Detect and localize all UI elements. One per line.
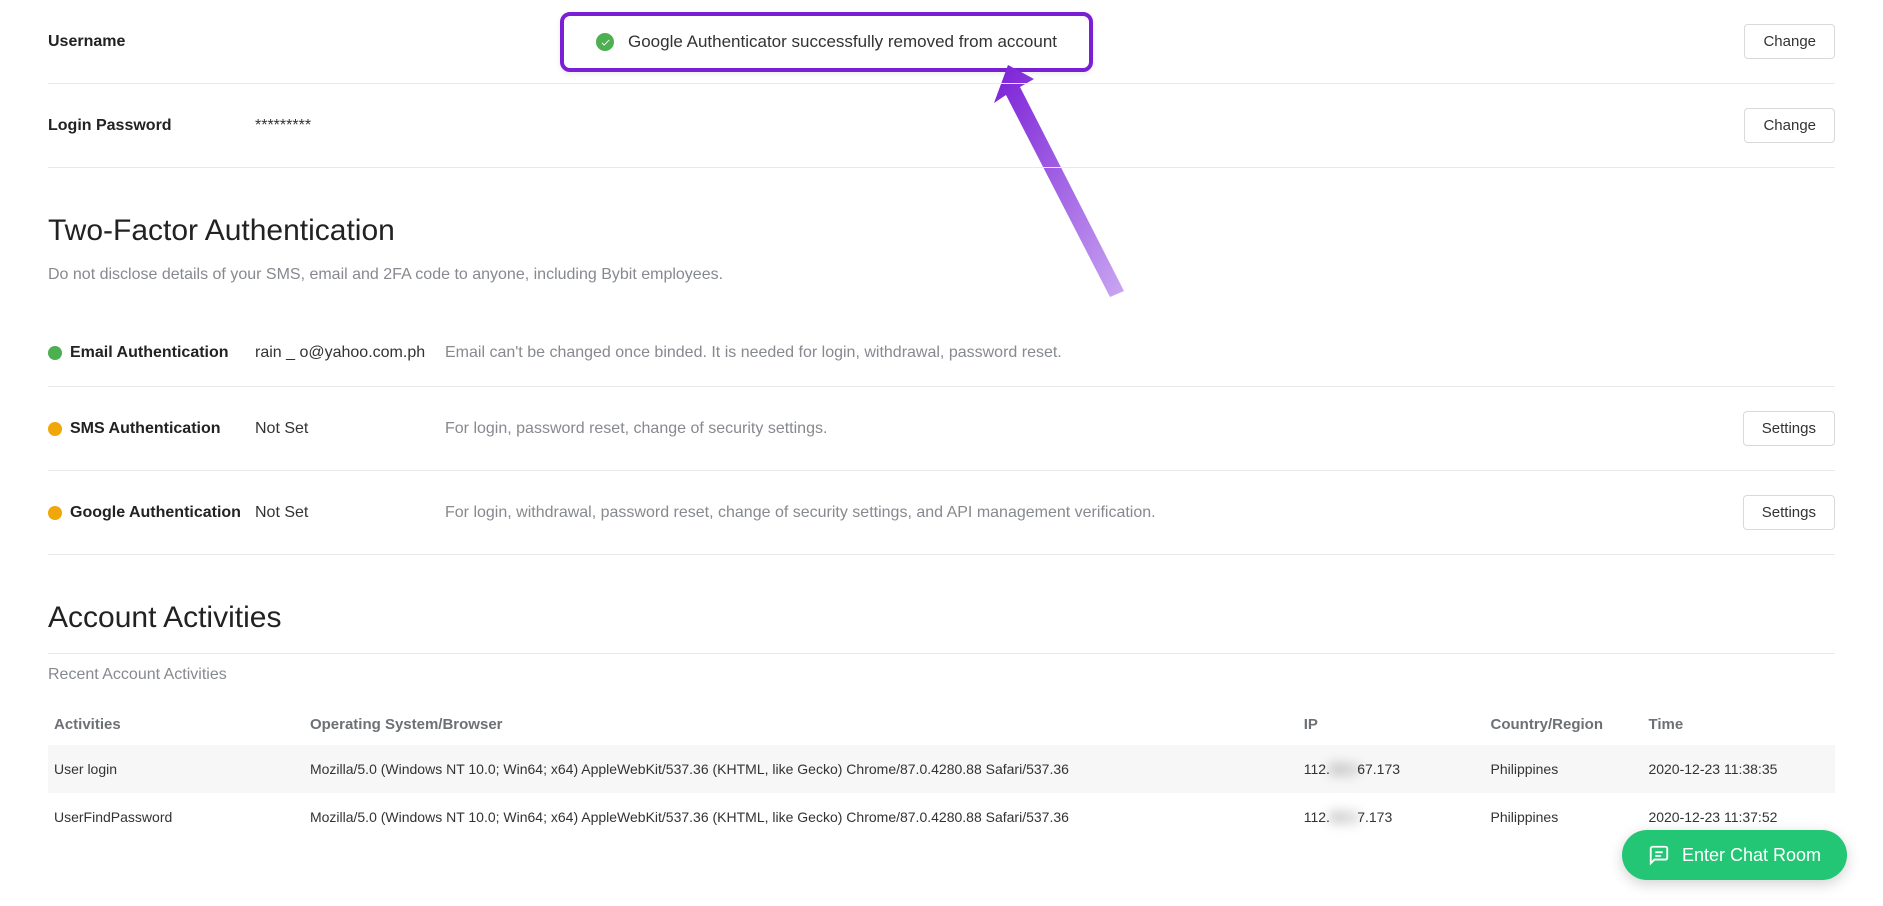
divider (48, 653, 1835, 654)
activities-subtitle: Recent Account Activities (48, 666, 1835, 684)
chat-button[interactable]: Enter Chat Room (1622, 830, 1847, 880)
col-ip: IP (1298, 704, 1485, 745)
col-os: Operating System/Browser (304, 704, 1298, 745)
tfa-subtitle: Do not disclose details of your SMS, ema… (48, 266, 1835, 284)
cell-country: Philippines (1485, 745, 1643, 793)
status-dot-icon (48, 422, 62, 436)
google-auth-label: Google Authentication (70, 504, 241, 522)
username-row: Username Change (48, 0, 1835, 84)
sms-auth-desc: For login, password reset, change of sec… (445, 420, 1743, 438)
password-label: Login Password (48, 117, 255, 135)
cell-os: Mozilla/5.0 (Windows NT 10.0; Win64; x64… (304, 745, 1298, 793)
tfa-title: Two-Factor Authentication (48, 214, 1835, 248)
username-label: Username (48, 33, 255, 51)
password-value: ********* (255, 117, 445, 135)
status-dot-icon (48, 506, 62, 520)
col-activities: Activities (48, 704, 304, 745)
cell-activity: User login (48, 745, 304, 793)
sms-auth-value: Not Set (255, 420, 445, 438)
change-password-button[interactable]: Change (1744, 108, 1835, 143)
cell-ip: 112.00.07.173 (1298, 793, 1485, 841)
email-auth-label: Email Authentication (70, 344, 229, 362)
table-row: UserFindPassword Mozilla/5.0 (Windows NT… (48, 793, 1835, 841)
sms-auth-row: SMS Authentication Not Set For login, pa… (48, 387, 1835, 471)
change-username-button[interactable]: Change (1744, 24, 1835, 59)
google-settings-button[interactable]: Settings (1743, 495, 1835, 530)
email-auth-desc: Email can't be changed once binded. It i… (445, 344, 1835, 362)
cell-time: 2020-12-23 11:38:35 (1642, 745, 1835, 793)
cell-os: Mozilla/5.0 (Windows NT 10.0; Win64; x64… (304, 793, 1298, 841)
sms-settings-button[interactable]: Settings (1743, 411, 1835, 446)
google-auth-row: Google Authentication Not Set For login,… (48, 471, 1835, 555)
col-time: Time (1642, 704, 1835, 745)
status-dot-icon (48, 346, 62, 360)
cell-activity: UserFindPassword (48, 793, 304, 841)
activities-title: Account Activities (48, 601, 1835, 635)
chat-label: Enter Chat Room (1682, 845, 1821, 866)
sms-auth-label: SMS Authentication (70, 420, 221, 438)
cell-ip: 112.00.067.173 (1298, 745, 1485, 793)
activities-table: Activities Operating System/Browser IP C… (48, 704, 1835, 841)
email-auth-row: Email Authentication rain _ o@yahoo.com.… (48, 320, 1835, 387)
email-auth-value: rain _ o@yahoo.com.ph (255, 344, 445, 362)
col-country: Country/Region (1485, 704, 1643, 745)
google-auth-desc: For login, withdrawal, password reset, c… (445, 504, 1743, 522)
google-auth-value: Not Set (255, 504, 445, 522)
password-row: Login Password ********* Change (48, 84, 1835, 168)
chat-icon (1648, 844, 1670, 866)
table-row: User login Mozilla/5.0 (Windows NT 10.0;… (48, 745, 1835, 793)
cell-country: Philippines (1485, 793, 1643, 841)
